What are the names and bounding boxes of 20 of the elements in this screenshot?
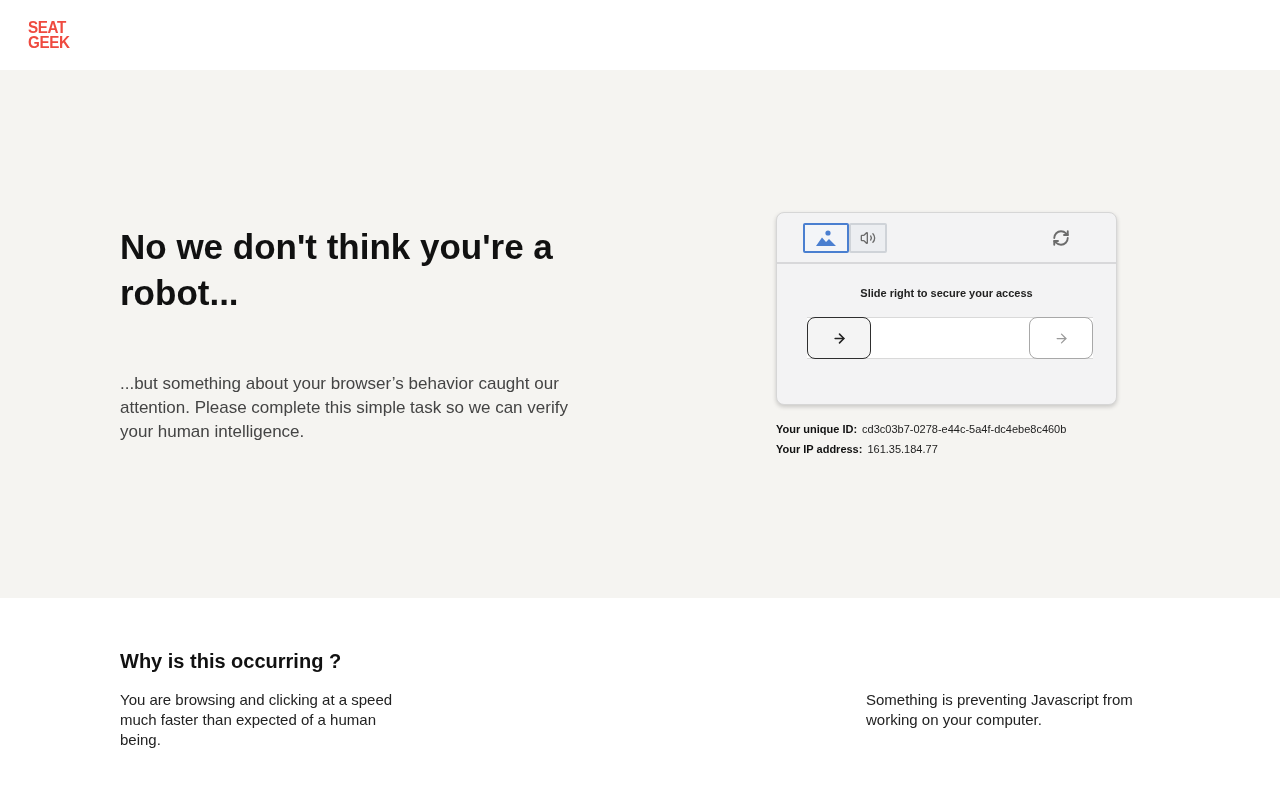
arrow-right-icon [831, 330, 847, 346]
info-label: Your unique ID: [776, 422, 858, 436]
brand-logo[interactable]: SEAT GEEK [28, 20, 70, 50]
speaker-icon [860, 229, 876, 246]
page-heading: No we don't think you're a robot... [120, 226, 554, 314]
reason-text: You are browsing and clicking at a speed much faster than expected of a human being. [120, 690, 394, 750]
info-value: 161.35.184.77 [867, 442, 938, 456]
audio-tab[interactable] [849, 222, 887, 253]
slider-instruction: Slide right to secure your access [859, 286, 1034, 300]
reason-text: Something is preventing Javascript from working on your computer. [866, 690, 1134, 730]
intro-text: ...but something about your browser’s behavior caught our attention. Please complete this simple task so we can verify your human intelligence. [120, 373, 569, 443]
arrow-right-icon [1053, 330, 1069, 346]
image-icon [816, 229, 836, 246]
image-tab[interactable] [803, 222, 849, 253]
info-label: Your IP address: [776, 442, 863, 456]
section-heading: Why is this occurring ? [120, 649, 342, 674]
info-value: cd3c03b7-0278-e44c-5a4f-dc4ebe8c460b [862, 422, 1067, 436]
refresh-icon [1052, 228, 1070, 247]
slider-track[interactable] [807, 317, 1093, 359]
slider-handle[interactable] [807, 317, 871, 359]
